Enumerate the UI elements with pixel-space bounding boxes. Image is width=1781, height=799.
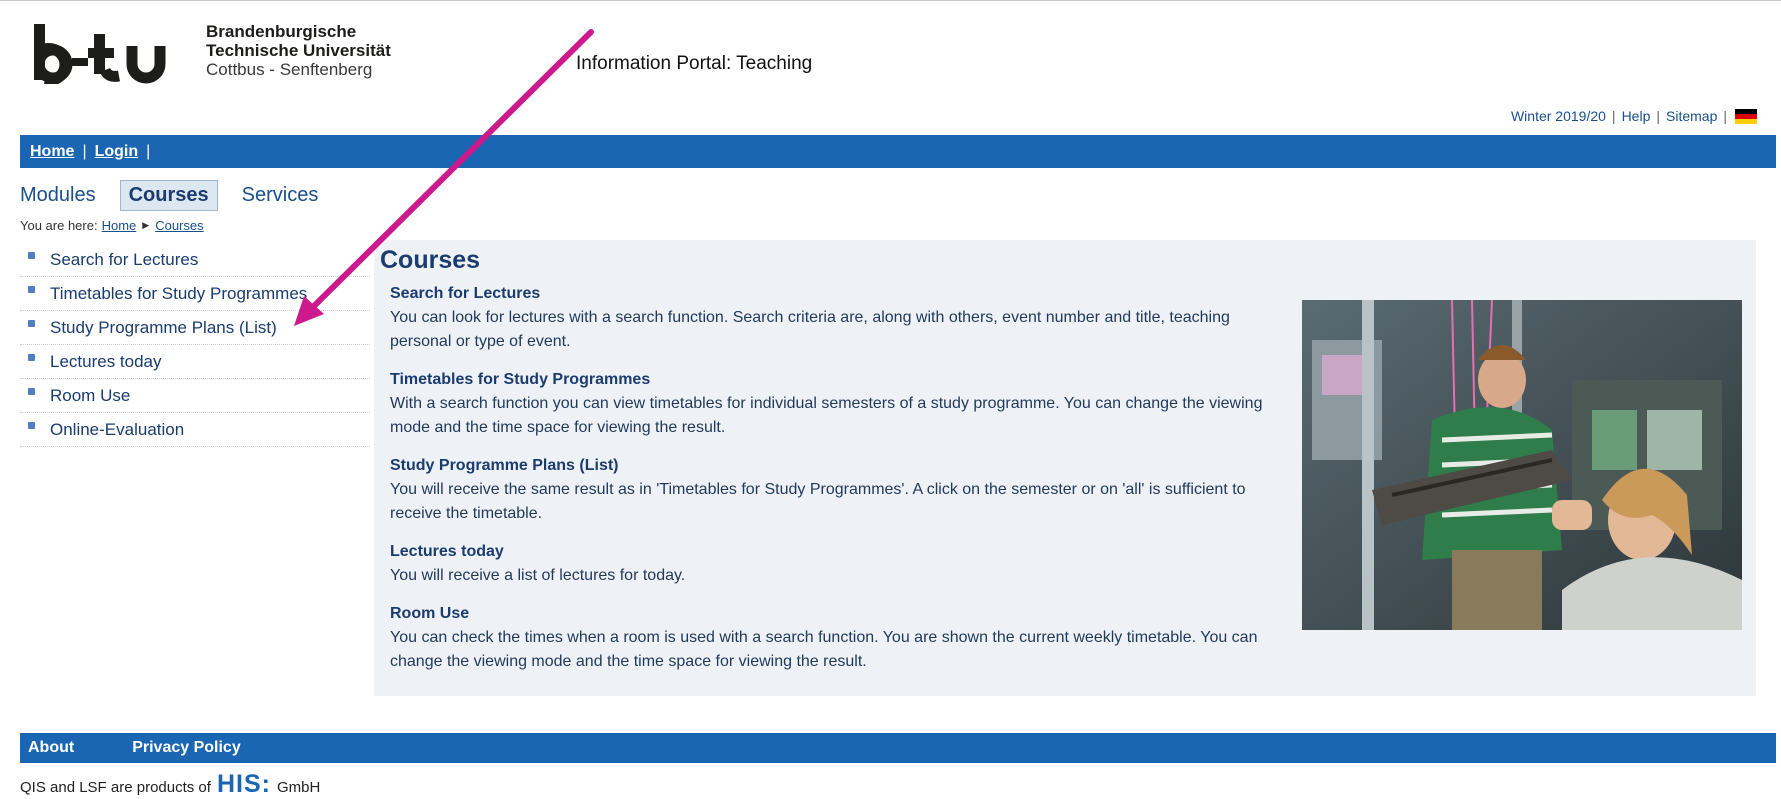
menu-item-label: Search for Lectures bbox=[50, 249, 199, 269]
separator: | bbox=[1611, 108, 1616, 124]
menu-item-label: Timetables for Study Programmes bbox=[50, 283, 308, 303]
breadcrumb-arrow-icon: ▶ bbox=[142, 220, 150, 230]
separator: | bbox=[1656, 108, 1660, 124]
section-text: You can check the times when a room is u… bbox=[390, 629, 1258, 670]
section-lectures-today: Lectures today You will receive a list o… bbox=[390, 540, 1295, 588]
section-room-use: Room Use You can check the times when a … bbox=[390, 602, 1295, 674]
menu-item-online-evaluation[interactable]: Online-Evaluation bbox=[20, 413, 370, 447]
menu-item-label: Online-Evaluation bbox=[50, 419, 185, 439]
logo-line-2: Technische Universität bbox=[206, 41, 391, 60]
section-heading: Search for Lectures bbox=[390, 285, 541, 302]
bullet-icon bbox=[28, 354, 35, 361]
footer-bar: About Privacy Policy bbox=[20, 733, 1776, 763]
separator: | bbox=[82, 142, 87, 160]
about-link[interactable]: About bbox=[28, 739, 74, 757]
menu-item-label: Room Use bbox=[50, 385, 131, 405]
bullet-icon bbox=[28, 320, 35, 327]
university-name: Brandenburgische Technische Universität … bbox=[206, 22, 391, 79]
login-link[interactable]: Login bbox=[95, 143, 139, 161]
section-study-programme-plans: Study Programme Plans (List) You will re… bbox=[390, 454, 1295, 526]
logo-line-1: Brandenburgische bbox=[206, 22, 357, 41]
sitemap-link[interactable]: Sitemap bbox=[1666, 108, 1717, 124]
menu-item-search-lectures[interactable]: Search for Lectures bbox=[20, 243, 370, 277]
menu-item-label: Lectures today bbox=[50, 351, 162, 371]
top-rule bbox=[0, 0, 1781, 1]
breadcrumb: You are here: Home ▶ Courses bbox=[20, 218, 204, 233]
bullet-icon bbox=[28, 252, 35, 259]
bullet-icon bbox=[28, 422, 35, 429]
bullet-icon bbox=[28, 388, 35, 395]
main-navbar: Home | Login | bbox=[20, 135, 1776, 168]
section-heading: Study Programme Plans (List) bbox=[390, 457, 619, 474]
menu-item-study-programme-plans[interactable]: Study Programme Plans (List) bbox=[20, 311, 370, 345]
breadcrumb-home[interactable]: Home bbox=[102, 218, 137, 233]
credits-suffix: GmbH bbox=[276, 779, 321, 796]
menu-item-timetables[interactable]: Timetables for Study Programmes bbox=[20, 277, 370, 311]
section-timetables: Timetables for Study Programmes With a s… bbox=[390, 368, 1295, 440]
semester-link[interactable]: Winter 2019/20 bbox=[1511, 108, 1606, 124]
menu-item-lectures-today[interactable]: Lectures today bbox=[20, 345, 370, 379]
separator: | bbox=[1723, 108, 1727, 124]
his-logo[interactable]: HIS: bbox=[217, 770, 271, 799]
breadcrumb-courses[interactable]: Courses bbox=[155, 218, 203, 233]
breadcrumb-prefix: You are here: bbox=[20, 218, 98, 233]
home-link[interactable]: Home bbox=[30, 143, 74, 161]
logo-line-3: Cottbus - Senftenberg bbox=[206, 60, 373, 79]
content-panel: Courses Search for Lectures You can look… bbox=[374, 240, 1756, 696]
credits-prefix: QIS and LSF are products of bbox=[20, 779, 211, 796]
btu-logo-mark-icon bbox=[34, 24, 166, 84]
footer-credits: QIS and LSF are products of HIS: GmbH bbox=[20, 770, 320, 799]
section-text: You will receive the same result as in '… bbox=[390, 481, 1246, 522]
help-link[interactable]: Help bbox=[1622, 108, 1651, 124]
section-search-lectures: Search for Lectures You can look for lec… bbox=[390, 282, 1295, 354]
tab-modules[interactable]: Modules bbox=[20, 180, 104, 211]
section-text: You can look for lectures with a search … bbox=[390, 309, 1230, 350]
tab-courses[interactable]: Courses bbox=[119, 180, 218, 211]
tab-services[interactable]: Services bbox=[234, 180, 327, 211]
section-heading: Timetables for Study Programmes bbox=[390, 371, 651, 388]
german-flag-icon[interactable] bbox=[1735, 108, 1757, 124]
section-heading: Room Use bbox=[390, 605, 470, 622]
section-text: You will receive a list of lectures for … bbox=[390, 567, 686, 584]
portal-title: Information Portal: Teaching bbox=[576, 53, 813, 74]
section-heading: Lectures today bbox=[390, 543, 504, 560]
menu-item-room-use[interactable]: Room Use bbox=[20, 379, 370, 413]
left-menu: Search for Lectures Timetables for Study… bbox=[20, 243, 370, 447]
menu-item-label: Study Programme Plans (List) bbox=[50, 317, 277, 337]
separator: | bbox=[146, 142, 151, 160]
section-text: With a search function you can view time… bbox=[390, 395, 1263, 436]
page-title: Courses bbox=[380, 246, 481, 274]
section-tabs: Modules Courses Services bbox=[20, 180, 342, 211]
top-links: Winter 2019/20 | Help | Sitemap | bbox=[1511, 108, 1757, 124]
bullet-icon bbox=[28, 286, 35, 293]
privacy-policy-link[interactable]: Privacy Policy bbox=[132, 739, 241, 757]
lab-photo-image bbox=[1302, 300, 1742, 630]
